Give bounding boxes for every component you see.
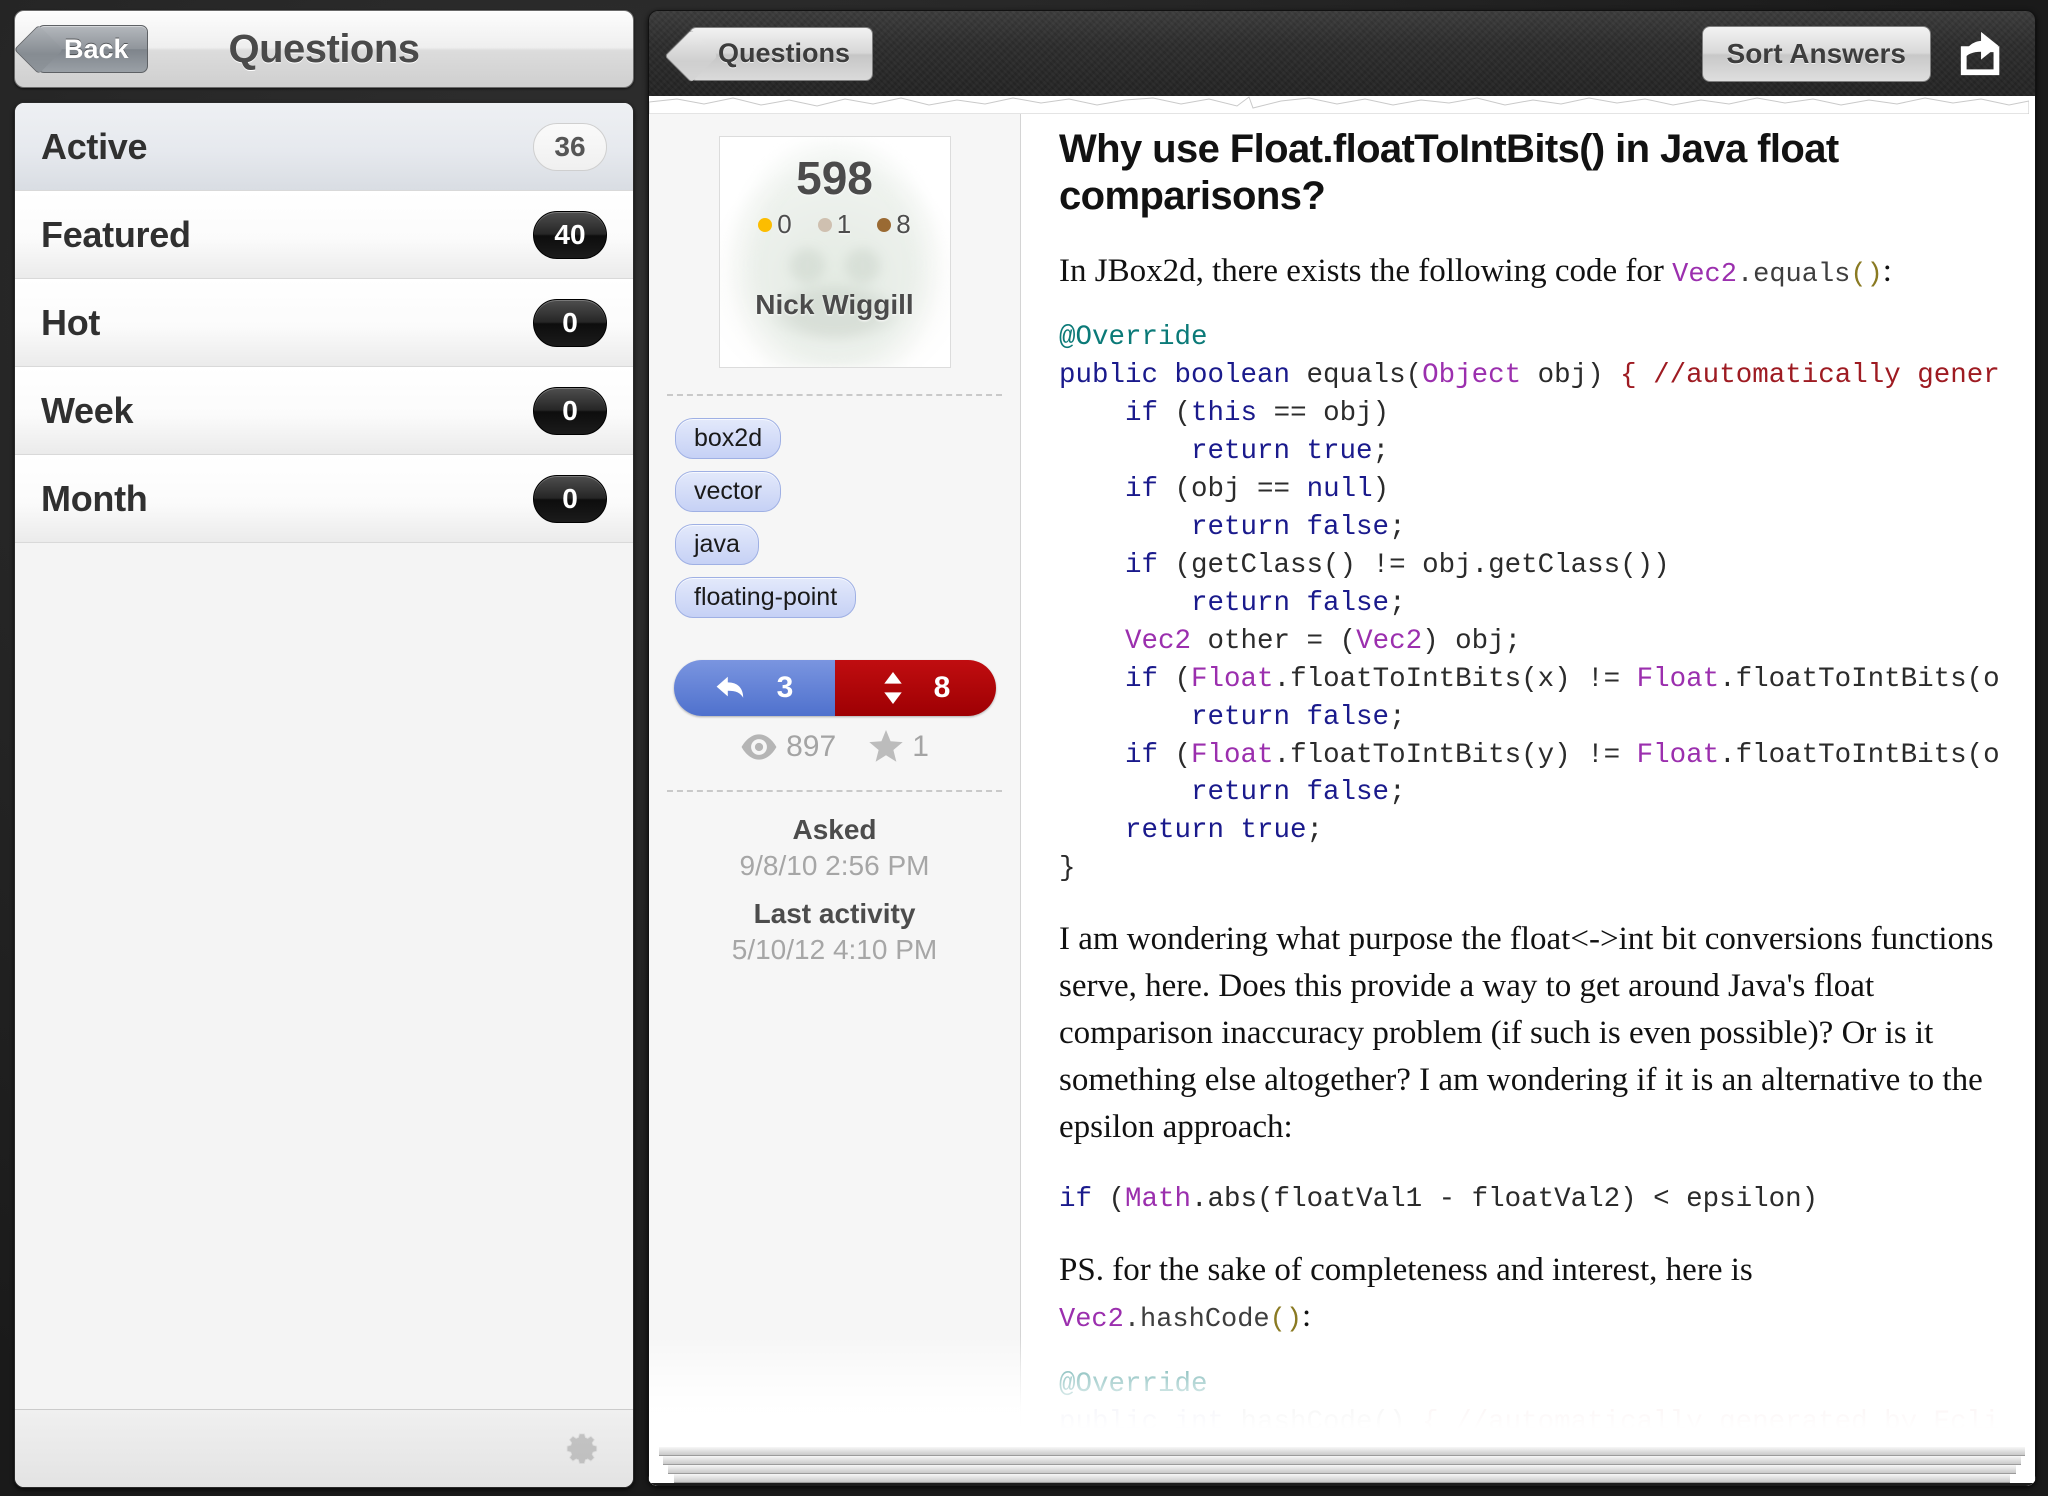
- question-stats: 897 1: [649, 730, 1020, 764]
- ps-code-parens: (): [1269, 1305, 1303, 1336]
- owner-badges: 0 1 8: [720, 209, 950, 240]
- intro-code-parens: (): [1850, 260, 1883, 291]
- sidebar-item-label: Featured: [41, 213, 191, 255]
- detail-navbar: Questions Sort Answers: [648, 10, 2036, 96]
- silver-badge-count: 1: [836, 209, 852, 239]
- intro-text-before: In JBox2d, there exists the following co…: [1059, 253, 1673, 290]
- sidebar-item-label: Month: [41, 477, 148, 519]
- torn-paper-edge: [649, 96, 2029, 114]
- status-badge: 0: [533, 474, 607, 523]
- code-block-hashcode: @Override public int hashCode() { //auto…: [1059, 1369, 1999, 1486]
- gold-dot-icon: [758, 217, 773, 232]
- answers-count-button[interactable]: 3: [673, 660, 835, 716]
- ps-code-class: Vec2: [1059, 1305, 1124, 1336]
- code-block-equals: @Override public boolean equals(Object o…: [1059, 322, 1999, 885]
- back-button[interactable]: Back: [37, 25, 148, 73]
- app-root: Back Questions Active 36 Featured 40 Hot…: [0, 0, 2048, 1496]
- question-body[interactable]: Why use Float.floatToIntBits() in Java f…: [1021, 112, 2035, 1486]
- gear-icon[interactable]: [553, 1423, 605, 1475]
- sidebar-item-month[interactable]: Month 0: [15, 455, 633, 543]
- sidebar-item-label: Active: [41, 125, 148, 167]
- question-content: 598 0 1 8 Nick Wiggill box2d vector java…: [649, 112, 2035, 1486]
- gold-badge-count: 0: [777, 209, 792, 239]
- sidebar-item-week[interactable]: Week 0: [15, 367, 633, 455]
- sidebar-navbar: Back Questions: [14, 10, 634, 88]
- tag-vector[interactable]: vector: [675, 471, 782, 512]
- favorites-stat: 1: [868, 730, 929, 764]
- meta-divider-2: [667, 790, 1002, 792]
- tag-java[interactable]: java: [675, 524, 759, 565]
- votes-count: 8: [933, 671, 951, 704]
- sidebar-item-label: Week: [41, 389, 134, 431]
- intro-text-after: :: [1882, 253, 1892, 290]
- ps-text-after: :: [1302, 1298, 1312, 1335]
- sidebar-item-hot[interactable]: Hot 0: [15, 279, 633, 367]
- tag-floating-point[interactable]: floating-point: [675, 577, 857, 618]
- reputation-value: 598: [796, 152, 873, 204]
- share-icon[interactable]: [1957, 30, 2007, 78]
- status-badge: 36: [533, 122, 607, 171]
- sort-answers-label: Sort Answers: [1726, 37, 1906, 69]
- vote-bar: 3 8: [673, 660, 996, 716]
- sidebar-toolbar: [15, 1409, 633, 1487]
- code1-line-1: @Override: [1059, 322, 1208, 354]
- back-button-label: Back: [64, 33, 129, 64]
- last-activity-label: Last activity: [753, 898, 916, 929]
- ps-text-before: PS. for the sake of completeness and int…: [1059, 1251, 1753, 1288]
- answers-count: 3: [776, 671, 794, 704]
- code3-line-1: @Override: [1059, 1369, 1208, 1401]
- filter-list-scroll[interactable]: Active 36 Featured 40 Hot 0 Week 0 Month: [15, 103, 633, 1409]
- sidebar: Back Questions Active 36 Featured 40 Hot…: [14, 10, 634, 1488]
- star-icon: [869, 730, 903, 762]
- silver-dot-icon: [817, 217, 832, 232]
- votes-count-button[interactable]: 8: [834, 660, 996, 716]
- sidebar-item-active[interactable]: Active 36: [15, 103, 633, 191]
- page-title: Why use Float.floatToIntBits() in Java f…: [1059, 127, 1839, 219]
- question-intro-paragraph: In JBox2d, there exists the following co…: [1059, 248, 1999, 295]
- bronze-dot-icon: [877, 217, 892, 232]
- last-activity-value: 5/10/12 4:10 PM: [731, 934, 938, 965]
- date-block: Asked 9/8/10 2:56 PM Last activity 5/10/…: [649, 814, 1020, 966]
- sidebar-item-label: Hot: [41, 301, 101, 343]
- bronze-badge-count: 8: [896, 209, 911, 239]
- status-badge: 40: [533, 210, 607, 259]
- avatar[interactable]: 598 0 1 8 Nick Wiggill: [718, 136, 951, 368]
- up-down-arrow-icon: [883, 672, 902, 704]
- intro-code-method: .equals: [1736, 260, 1851, 291]
- views-count: 897: [786, 730, 837, 763]
- tag-box2d[interactable]: box2d: [675, 418, 782, 459]
- silver-badge: 1: [817, 209, 852, 240]
- bronze-badge: 8: [877, 209, 911, 240]
- question-paragraph-2: I am wondering what purpose the float<->…: [1059, 921, 1994, 1145]
- status-badge: 0: [533, 298, 607, 347]
- detail-back-button[interactable]: Questions: [689, 26, 874, 81]
- ps-code-method: .hashCode: [1123, 1305, 1270, 1336]
- gold-badge: 0: [758, 209, 792, 240]
- question-filter-list: Active 36 Featured 40 Hot 0 Week 0 Month: [14, 102, 634, 1488]
- detail-back-label: Questions: [718, 38, 851, 68]
- tag-list: box2d vector java floating-point: [649, 396, 1020, 630]
- code-block-epsilon: if (Math.abs(floatVal1 - floatVal2) < ep…: [1059, 1183, 1819, 1215]
- question-paper: 598 0 1 8 Nick Wiggill box2d vector java…: [648, 96, 2036, 1486]
- views-stat: 897: [740, 730, 836, 764]
- asked-value: 9/8/10 2:56 PM: [739, 850, 930, 881]
- eye-icon: [741, 734, 777, 760]
- detail-nav-actions: Sort Answers: [1701, 25, 2007, 82]
- question-paragraph-3: PS. for the sake of completeness and int…: [1059, 1247, 1999, 1341]
- owner-name: Nick Wiggill: [755, 289, 914, 320]
- asked-label: Asked: [792, 814, 877, 845]
- question-detail-pane: Questions Sort Answers 598 0 1 8 Nick Wi…: [648, 10, 2036, 1486]
- reply-arrow-icon: [716, 676, 743, 698]
- sort-answers-button[interactable]: Sort Answers: [1701, 25, 1931, 82]
- sidebar-item-featured[interactable]: Featured 40: [15, 191, 633, 279]
- intro-code-class: Vec2: [1672, 260, 1737, 291]
- question-meta-column: 598 0 1 8 Nick Wiggill box2d vector java…: [649, 112, 1021, 1486]
- status-badge: 0: [533, 386, 607, 435]
- favorites-count: 1: [912, 730, 929, 763]
